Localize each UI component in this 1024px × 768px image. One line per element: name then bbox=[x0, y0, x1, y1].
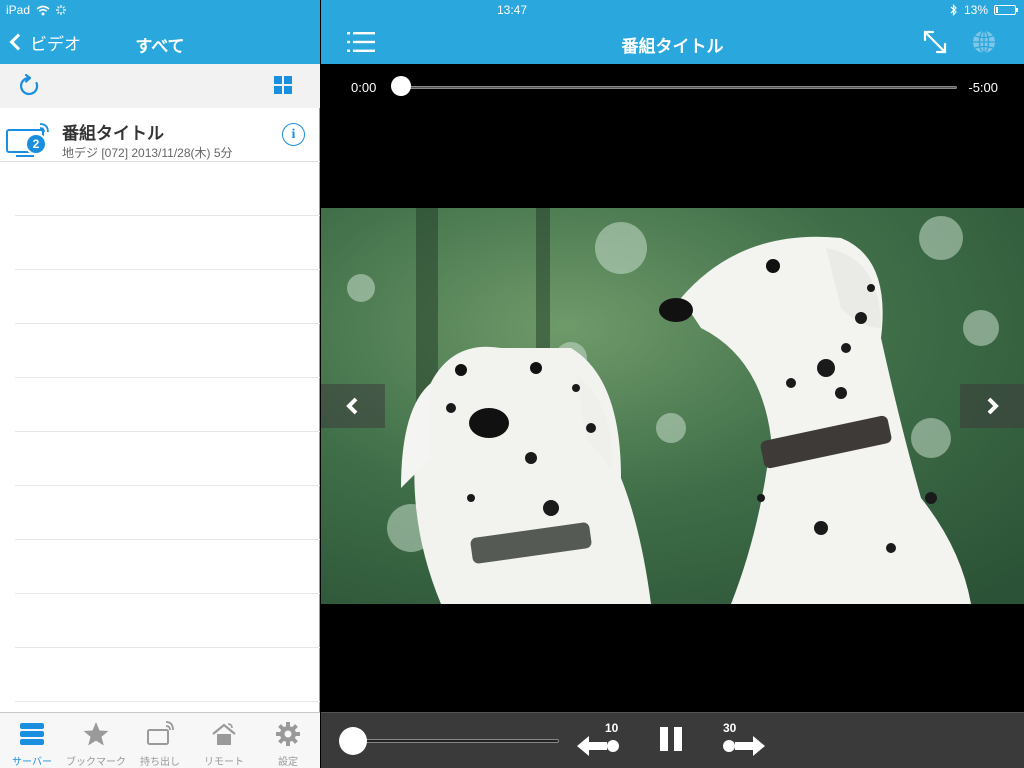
tab-label: リモート bbox=[204, 757, 244, 768]
video-frame[interactable] bbox=[321, 208, 1024, 604]
skip-forward-button[interactable]: 30 bbox=[721, 721, 771, 763]
tab-bookmark[interactable]: ブックマーク bbox=[64, 713, 128, 768]
left-panel-title: すべて bbox=[135, 37, 185, 56]
star-icon bbox=[83, 722, 109, 746]
empty-row bbox=[15, 216, 320, 270]
seek-bar[interactable] bbox=[393, 86, 957, 89]
skip-forward-icon bbox=[723, 736, 765, 756]
item-subtitle: 地デジ [072] 2013/11/28(木) 5分 bbox=[62, 146, 233, 160]
battery-percent: 13% bbox=[963, 3, 988, 17]
empty-row bbox=[15, 324, 320, 378]
fullscreen-expand-icon[interactable] bbox=[921, 28, 949, 56]
empty-row bbox=[15, 540, 320, 594]
tab-settings[interactable]: 設定 bbox=[256, 713, 320, 768]
pause-bar bbox=[674, 727, 682, 751]
carry-out-icon bbox=[147, 721, 174, 745]
gear-icon bbox=[276, 722, 300, 746]
globe-icon[interactable] bbox=[971, 29, 997, 55]
volume-slider[interactable] bbox=[351, 739, 559, 743]
program-list: 2 番組タイトル 地デジ [072] 2013/11/28(木) 5分 i bbox=[0, 108, 320, 702]
tab-carry-out[interactable]: 持ち出し bbox=[128, 713, 192, 768]
tab-label: ブックマーク bbox=[66, 757, 126, 768]
tab-server[interactable]: サーバー bbox=[0, 713, 64, 768]
server-icon bbox=[20, 723, 44, 745]
clock: 13:47 bbox=[496, 3, 528, 17]
remaining-time: -5:00 bbox=[968, 80, 998, 95]
empty-row bbox=[15, 432, 320, 486]
list-item[interactable]: 2 番組タイトル 地デジ [072] 2013/11/28(木) 5分 i bbox=[0, 108, 320, 162]
skip-back-button[interactable]: 10 bbox=[575, 721, 623, 763]
next-button[interactable] bbox=[960, 384, 1024, 428]
skip-back-icon bbox=[577, 736, 619, 756]
tab-label: 持ち出し bbox=[140, 757, 180, 768]
previous-button[interactable] bbox=[321, 384, 385, 428]
chevron-left-icon bbox=[346, 397, 358, 415]
tab-remote[interactable]: リモート bbox=[192, 713, 256, 768]
battery-level bbox=[996, 7, 998, 13]
empty-row bbox=[15, 378, 320, 432]
status-bar: iPad 13:47 13% bbox=[0, 0, 1024, 20]
refresh-icon[interactable] bbox=[17, 74, 41, 98]
bluetooth-icon bbox=[950, 4, 957, 16]
list-toolbar bbox=[0, 64, 320, 108]
chevron-right-icon bbox=[987, 397, 999, 415]
tab-label: 設定 bbox=[278, 757, 298, 768]
remote-home-icon bbox=[212, 723, 236, 745]
left-panel: ビデオ すべて 2 番組タイトル 地デジ [072] 2013/11/28(木)… bbox=[0, 0, 320, 768]
item-title: 番組タイトル bbox=[62, 124, 164, 143]
player-panel: 番組タイトル 0:00 -5:00 10 30 bbox=[321, 0, 1024, 768]
empty-row bbox=[15, 162, 320, 216]
count-badge: 2 bbox=[25, 133, 47, 155]
player-title: 番組タイトル bbox=[621, 37, 724, 56]
status-right: 13% bbox=[950, 3, 1018, 17]
empty-row bbox=[15, 594, 320, 648]
elapsed-time: 0:00 bbox=[351, 80, 377, 95]
seek-thumb[interactable] bbox=[391, 76, 411, 96]
playback-controls: 10 30 bbox=[321, 712, 1024, 768]
grid-view-icon[interactable] bbox=[274, 76, 292, 94]
volume-thumb[interactable] bbox=[339, 727, 367, 755]
pause-button[interactable] bbox=[657, 727, 685, 755]
empty-row bbox=[15, 648, 320, 702]
pause-bar bbox=[660, 727, 668, 751]
tab-label: サーバー bbox=[12, 757, 52, 768]
empty-row bbox=[15, 486, 320, 540]
info-icon[interactable]: i bbox=[282, 123, 305, 146]
empty-row bbox=[15, 270, 320, 324]
tab-bar: サーバー ブックマーク 持ち出し リモート 設定 bbox=[0, 712, 320, 768]
video-image bbox=[321, 208, 1024, 604]
battery-icon bbox=[994, 5, 1018, 15]
